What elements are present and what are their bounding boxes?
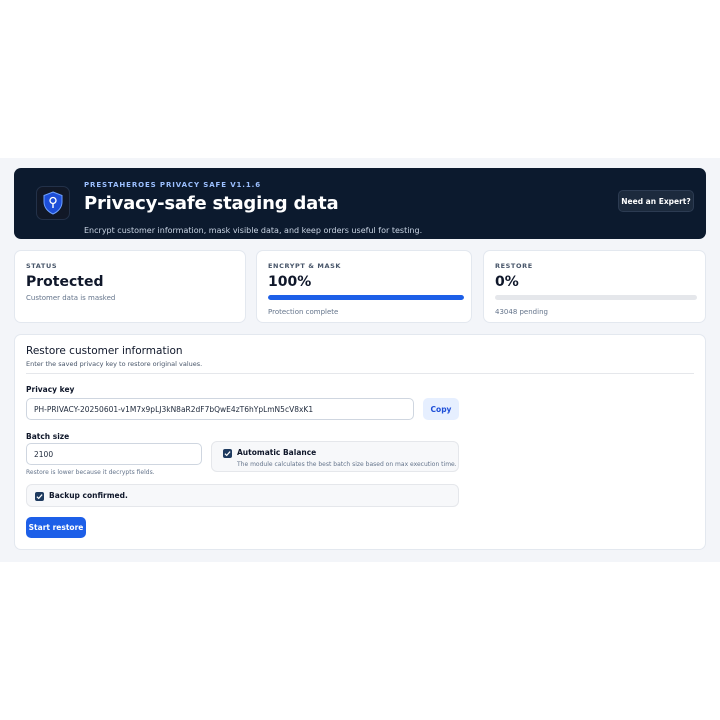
check-icon [36, 494, 43, 500]
app-version-label: PRESTAHEROES PRIVACY SAFE V1.1.6 [84, 181, 261, 189]
encrypt-progress-bar [268, 295, 464, 300]
encrypt-label: ENCRYPT & MASK [268, 262, 342, 270]
status-card: STATUS Protected Customer data is masked [14, 250, 246, 323]
restore-panel: Restore customer information Enter the s… [14, 334, 706, 550]
encrypt-card: ENCRYPT & MASK 100% Protection complete [256, 250, 472, 323]
status-note: Customer data is masked [26, 294, 116, 302]
check-icon [224, 451, 231, 457]
page-title: Privacy-safe staging data [84, 193, 339, 214]
batch-size-input[interactable]: 2100 [26, 443, 202, 465]
backup-checkbox[interactable] [35, 492, 44, 501]
encrypt-progress-fill [268, 295, 464, 300]
auto-balance-title: Automatic Balance [237, 448, 317, 457]
backup-option: Backup confirmed. [26, 484, 459, 507]
batch-help-text: Restore is lower because it decrypts fie… [26, 469, 155, 476]
encrypt-note: Protection complete [268, 308, 339, 316]
status-label: STATUS [26, 262, 58, 270]
restore-subtitle: Enter the saved privacy key to restore o… [26, 360, 203, 368]
copy-button[interactable]: Copy [423, 398, 459, 420]
restore-card: RESTORE 0% 43048 pending [483, 250, 706, 323]
auto-balance-option: Automatic Balance The module calculates … [211, 441, 459, 472]
restore-label: RESTORE [495, 262, 533, 270]
page-subtitle: Encrypt customer information, mask visib… [84, 226, 423, 235]
auto-balance-description: The module calculates the best batch siz… [237, 461, 457, 468]
restore-progress-bar [495, 295, 697, 300]
privacy-key-label: Privacy key [26, 385, 75, 394]
page-content: PRESTAHEROES PRIVACY SAFE V1.1.6 Privacy… [0, 158, 720, 562]
encrypt-value: 100% [268, 274, 312, 290]
restore-note: 43048 pending [495, 308, 548, 316]
start-restore-button[interactable]: Start restore [26, 517, 86, 538]
auto-balance-checkbox[interactable] [223, 449, 232, 458]
status-value: Protected [26, 274, 104, 290]
header-banner: PRESTAHEROES PRIVACY SAFE V1.1.6 Privacy… [14, 168, 706, 239]
backup-label: Backup confirmed. [49, 491, 128, 500]
batch-size-label: Batch size [26, 432, 70, 441]
restore-value: 0% [495, 274, 519, 290]
restore-title: Restore customer information [26, 345, 183, 357]
need-expert-button[interactable]: Need an Expert? [618, 190, 694, 212]
shield-lock-icon [36, 186, 70, 220]
divider [26, 373, 694, 374]
privacy-key-input[interactable]: PH-PRIVACY-20250601-v1M7x9pLJ3kN8aR2dF7b… [26, 398, 414, 420]
